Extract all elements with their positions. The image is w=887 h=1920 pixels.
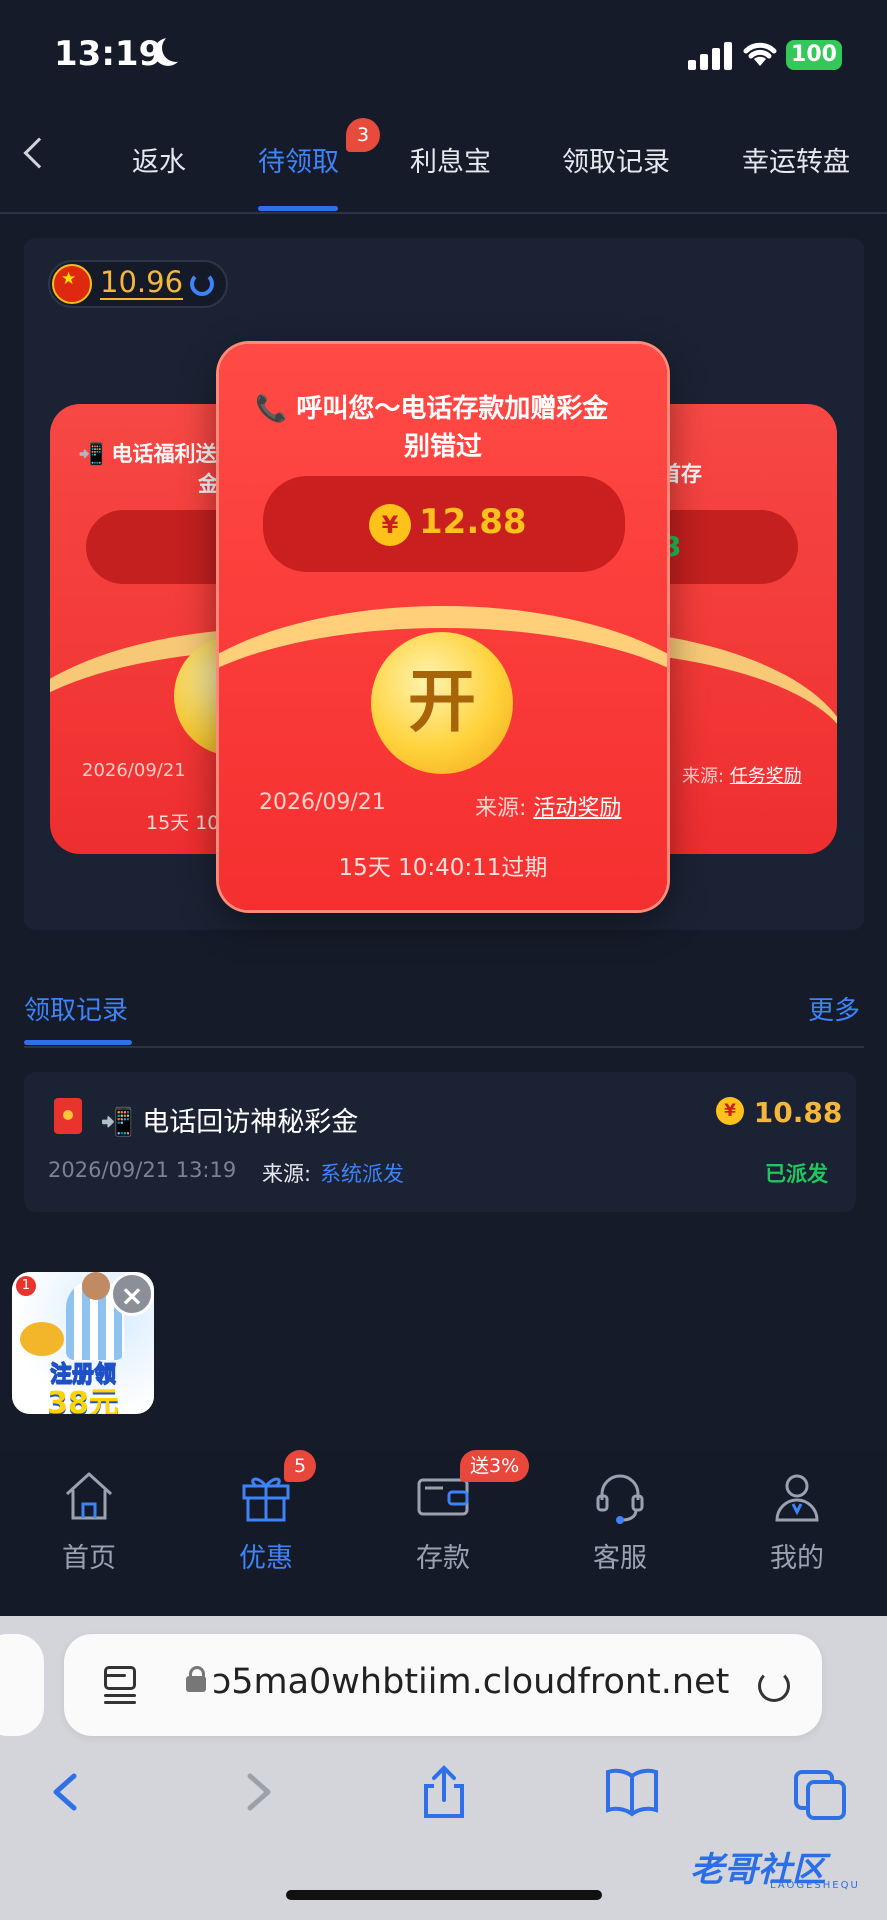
nav-home-label[interactable]: 首页 (29, 1536, 149, 1575)
nav-promotions-label[interactable]: 优惠 (206, 1536, 326, 1575)
nav-profile[interactable] (737, 1466, 857, 1530)
previous-tab-preview[interactable] (0, 1634, 44, 1736)
url-text[interactable]: ɔ5ma0whbtiim.cloudfront.net (212, 1662, 732, 1702)
record-item[interactable] (24, 1072, 856, 1212)
tab-rebate[interactable]: 返水 (132, 140, 186, 179)
packet-source-label: 来源: (682, 766, 725, 787)
nav-support[interactable] (560, 1466, 680, 1530)
home-icon (65, 1472, 113, 1520)
record-amount-value: 10.88 (753, 1096, 843, 1129)
refresh-icon[interactable] (190, 272, 214, 296)
more-link[interactable]: 更多 (808, 990, 860, 1027)
tab-active-indicator (258, 206, 338, 211)
packet-source: 来源: 任务奖励 (682, 762, 802, 788)
packet-source-link[interactable]: 任务奖励 (730, 766, 802, 787)
records-tab[interactable]: 领取记录 (24, 990, 128, 1027)
packet-source-link[interactable]: 活动奖励 (533, 796, 621, 821)
packet-title-line2: 别错过 (403, 432, 482, 462)
ad-badge: 1 (16, 1276, 36, 1296)
headset-icon (596, 1474, 644, 1524)
nav-profile-label[interactable]: 我的 (737, 1536, 857, 1575)
bookmarks-icon[interactable] (602, 1762, 662, 1822)
nav-support-label[interactable]: 客服 (560, 1536, 680, 1575)
browser-back-icon[interactable] (38, 1762, 98, 1822)
nav-home[interactable] (29, 1466, 149, 1530)
ad-text-line2: 38元 (47, 1386, 119, 1414)
tab-lucky-wheel[interactable]: 幸运转盘 (742, 140, 850, 179)
packet-title-line2: 金 (198, 472, 219, 496)
packet-amount: 12.88 (419, 502, 527, 542)
packet-source-label: 来源: (475, 796, 527, 821)
battery-icon: 100 (786, 40, 842, 70)
wifi-icon (740, 36, 780, 70)
nav-promotions-badge: 5 (284, 1450, 317, 1482)
header-divider (0, 212, 887, 214)
open-button[interactable]: 开 (371, 632, 513, 774)
packet-title: 📞 呼叫您～电话存款加赠彩金 (255, 394, 609, 424)
lock-icon (186, 1666, 206, 1692)
tab-interest[interactable]: 利息宝 (410, 140, 491, 179)
browser-forward-icon[interactable] (226, 1762, 286, 1822)
close-icon[interactable]: × (110, 1272, 154, 1316)
tab-claim-records[interactable]: 领取记录 (562, 140, 670, 179)
player-head-image (82, 1272, 110, 1300)
packet-date: 2026/09/21 (259, 790, 386, 815)
records-tab-indicator (24, 1040, 132, 1045)
back-icon[interactable] (23, 137, 55, 169)
packet-expire: 15天 10 (146, 812, 220, 834)
nav-deposit-label[interactable]: 存款 (383, 1536, 503, 1575)
packet-title: 📲 电话福利送 (78, 442, 217, 466)
tabs-icon[interactable] (790, 1762, 850, 1822)
record-date: 2026/09/21 13:19 (48, 1158, 237, 1182)
balance-value: 10.96 (100, 265, 184, 300)
home-indicator (286, 1890, 602, 1900)
user-icon (775, 1474, 819, 1522)
record-source-label: 来源: (262, 1162, 312, 1186)
records-divider (24, 1046, 864, 1048)
share-icon[interactable] (414, 1762, 474, 1822)
nav-deposit-badge: 送3% (460, 1450, 530, 1482)
yuan-coin-icon: ¥ (716, 1097, 744, 1125)
tab-pending[interactable]: 待领取 (258, 140, 339, 179)
red-envelope-icon (54, 1098, 82, 1134)
china-flag-icon (52, 264, 92, 304)
status-time: 13:19 (54, 34, 163, 74)
yuan-coin-icon: ¥ (369, 504, 411, 546)
record-title: 📲 电话回访神秘彩金 (100, 1107, 359, 1138)
reader-mode-icon[interactable] (104, 1666, 136, 1704)
packet-source: 来源: 活动奖励 (475, 790, 621, 822)
cellular-signal-icon (688, 40, 732, 70)
tab-pending-badge: 3 (346, 118, 380, 152)
watermark-sub: LAOGESHEQU (770, 1880, 860, 1891)
record-status: 已派发 (765, 1162, 828, 1186)
record-amount: ¥ 10.88 (716, 1096, 842, 1129)
moon-icon (162, 34, 190, 62)
red-packet-main[interactable]: 📞 呼叫您～电话存款加赠彩金 别错过 ¥ 12.88 开 2026/09/21 … (219, 344, 667, 910)
coins-image (20, 1322, 64, 1356)
packet-expire: 15天 10:40:11过期 (338, 855, 548, 881)
packet-date: 2026/09/21 (82, 760, 186, 781)
record-source[interactable]: 系统派发 (320, 1158, 404, 1188)
reload-icon[interactable] (758, 1670, 790, 1702)
